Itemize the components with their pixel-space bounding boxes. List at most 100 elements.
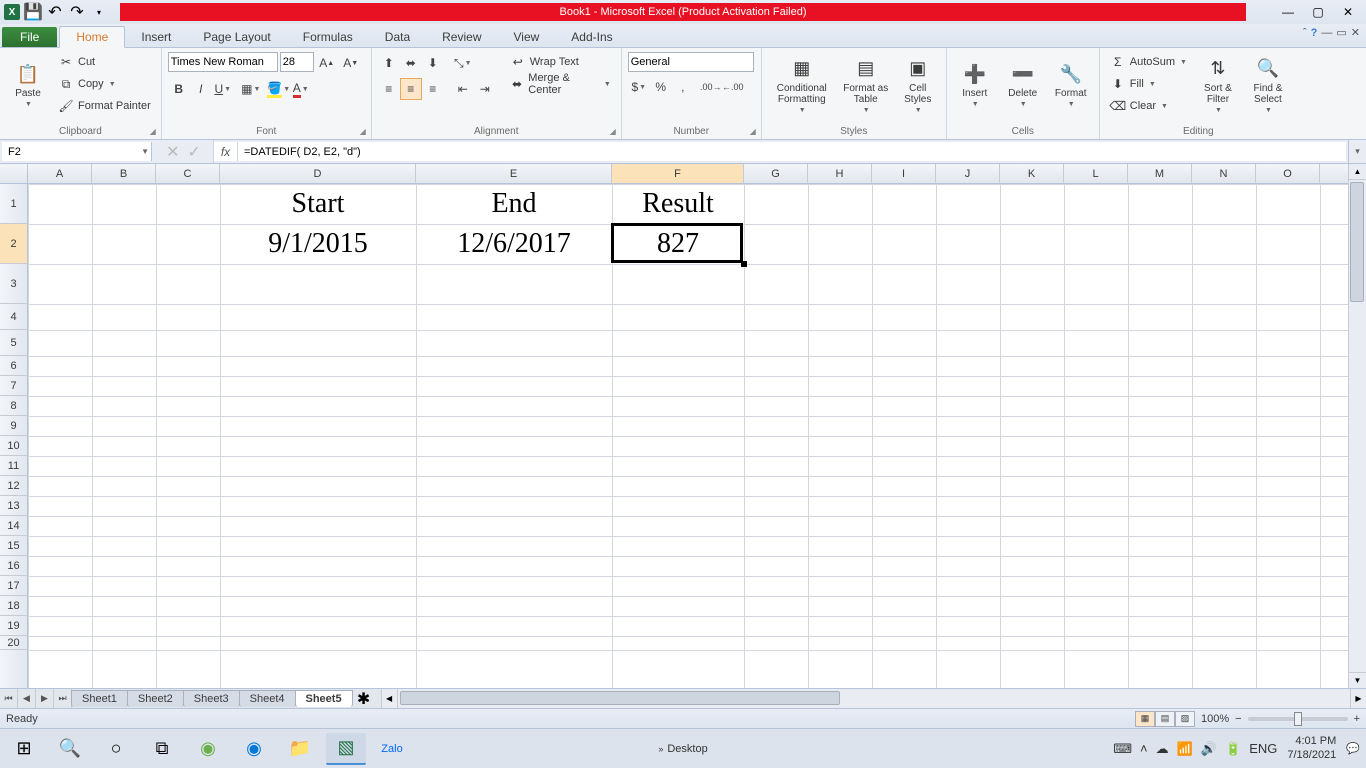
increase-decimal-icon[interactable]: .00→ xyxy=(700,76,722,98)
tray-onedrive-icon[interactable]: ☁ xyxy=(1156,741,1169,757)
taskbar-overflow-icon[interactable]: » xyxy=(658,744,663,754)
col-header-B[interactable]: B xyxy=(92,164,156,183)
app-edge-icon[interactable]: ◉ xyxy=(234,733,274,765)
row-header-17[interactable]: 17 xyxy=(0,576,27,596)
number-format-select[interactable] xyxy=(628,52,754,72)
cell-F1[interactable]: Result xyxy=(612,184,744,224)
expand-formula-bar-icon[interactable]: ▾ xyxy=(1348,140,1366,163)
zoom-thumb[interactable] xyxy=(1294,712,1302,726)
autosum-button[interactable]: ΣAutoSum▼ xyxy=(1106,52,1191,72)
col-header-C[interactable]: C xyxy=(156,164,220,183)
align-center-icon[interactable]: ≡ xyxy=(400,78,422,100)
format-painter-button[interactable]: 🖌Format Painter xyxy=(54,96,155,116)
cell-D2[interactable]: 9/1/2015 xyxy=(220,224,416,264)
row-header-9[interactable]: 9 xyxy=(0,416,27,436)
format-as-table-button[interactable]: ▤Format as Table▼ xyxy=(840,52,892,118)
tray-keyboard-icon[interactable]: ⌨ xyxy=(1113,741,1132,757)
cut-button[interactable]: ✂Cut xyxy=(54,52,155,72)
underline-button[interactable]: U▼ xyxy=(212,78,234,100)
row-header-13[interactable]: 13 xyxy=(0,496,27,516)
bold-button[interactable]: B xyxy=(168,78,190,100)
comma-icon[interactable]: , xyxy=(672,76,694,98)
enter-formula-icon[interactable]: ✓ xyxy=(188,142,201,162)
notifications-icon[interactable]: 💬 xyxy=(1346,742,1360,755)
chevron-down-icon[interactable]: ▼ xyxy=(141,147,149,156)
show-desktop-label[interactable]: Desktop xyxy=(667,743,707,755)
row-header-14[interactable]: 14 xyxy=(0,516,27,536)
doc-close-icon[interactable]: ✕ xyxy=(1351,26,1360,39)
tab-insert[interactable]: Insert xyxy=(125,27,187,47)
fx-icon[interactable]: fx xyxy=(214,142,238,161)
zoom-slider[interactable] xyxy=(1248,717,1348,721)
close-button[interactable]: ✕ xyxy=(1334,2,1362,22)
horizontal-scrollbar[interactable]: ◀ ▶ xyxy=(381,689,1366,708)
find-select-button[interactable]: 🔍Find & Select▼ xyxy=(1245,52,1291,118)
col-header-E[interactable]: E xyxy=(416,164,612,183)
row-header-1[interactable]: 1 xyxy=(0,184,27,224)
col-header-A[interactable]: A xyxy=(28,164,92,183)
align-top-icon[interactable]: ⬆ xyxy=(378,52,400,74)
vertical-scrollbar[interactable]: ▲ ▼ xyxy=(1348,164,1366,688)
taskbar-clock[interactable]: 4:01 PM 7/18/2021 xyxy=(1287,735,1336,761)
sheet-tab-sheet1[interactable]: Sheet1 xyxy=(71,690,128,707)
copy-button[interactable]: ⧉Copy▼ xyxy=(54,74,155,94)
cell-F2[interactable]: 827 xyxy=(612,224,744,264)
dialog-launcher-icon[interactable]: ◢ xyxy=(747,125,759,137)
increase-indent-icon[interactable]: ⇥ xyxy=(474,78,496,100)
col-header-H[interactable]: H xyxy=(808,164,872,183)
decrease-indent-icon[interactable]: ⇤ xyxy=(452,78,474,100)
new-sheet-button[interactable]: ✱ xyxy=(353,689,375,708)
sort-filter-button[interactable]: ⇅Sort & Filter▼ xyxy=(1195,52,1241,118)
cell-E1[interactable]: End xyxy=(416,184,612,224)
qat-undo-icon[interactable]: ↶ xyxy=(46,3,64,21)
help-icon[interactable]: ? xyxy=(1311,27,1318,39)
tab-nav-last-icon[interactable]: ⏭ xyxy=(54,689,72,708)
formula-input[interactable]: =DATEDIF( D2, E2, "d") xyxy=(238,146,1346,158)
increase-font-icon[interactable]: A▲ xyxy=(316,52,338,74)
italic-button[interactable]: I xyxy=(190,78,212,100)
name-box[interactable]: F2▼ xyxy=(2,142,152,161)
cells-grid[interactable]: StartEndResult9/1/201512/6/2017827 xyxy=(28,184,1348,688)
sheet-tab-sheet3[interactable]: Sheet3 xyxy=(183,690,240,707)
tab-data[interactable]: Data xyxy=(369,27,426,47)
row-header-8[interactable]: 8 xyxy=(0,396,27,416)
fill-color-button[interactable]: 🪣▼ xyxy=(268,78,290,100)
tray-battery-icon[interactable]: 🔋 xyxy=(1225,741,1241,757)
font-name-select[interactable] xyxy=(168,52,278,72)
search-button[interactable]: 🔍 xyxy=(50,733,90,765)
col-header-K[interactable]: K xyxy=(1000,164,1064,183)
app-excel-icon[interactable]: ▧ xyxy=(326,733,366,765)
row-header-20[interactable]: 20 xyxy=(0,636,27,650)
app-explorer-icon[interactable]: 📁 xyxy=(280,733,320,765)
orientation-icon[interactable]: ⤡▼ xyxy=(452,52,474,74)
row-header-11[interactable]: 11 xyxy=(0,456,27,476)
cortana-icon[interactable]: ○ xyxy=(96,733,136,765)
row-header-3[interactable]: 3 xyxy=(0,264,27,304)
view-normal-icon[interactable]: ▦ xyxy=(1135,711,1155,727)
zoom-level[interactable]: 100% xyxy=(1201,713,1229,725)
start-button[interactable]: ⊞ xyxy=(4,733,44,765)
row-header-19[interactable]: 19 xyxy=(0,616,27,636)
fill-button[interactable]: ⬇Fill▼ xyxy=(1106,74,1191,94)
row-header-16[interactable]: 16 xyxy=(0,556,27,576)
file-tab[interactable]: File xyxy=(2,27,57,47)
conditional-formatting-button[interactable]: ▦Conditional Formatting▼ xyxy=(768,52,836,118)
tab-review[interactable]: Review xyxy=(426,27,497,47)
select-all-corner[interactable] xyxy=(0,164,28,183)
qat-save-icon[interactable]: 💾 xyxy=(24,3,42,21)
app-coccoc-icon[interactable]: ◉ xyxy=(188,733,228,765)
row-header-4[interactable]: 4 xyxy=(0,304,27,330)
row-header-5[interactable]: 5 xyxy=(0,330,27,356)
tab-addins[interactable]: Add-Ins xyxy=(555,27,628,47)
row-header-18[interactable]: 18 xyxy=(0,596,27,616)
cell-styles-button[interactable]: ▣Cell Styles▼ xyxy=(896,52,940,118)
scroll-left-icon[interactable]: ◀ xyxy=(382,689,398,708)
sheet-tab-sheet5[interactable]: Sheet5 xyxy=(295,690,353,707)
col-header-N[interactable]: N xyxy=(1192,164,1256,183)
percent-icon[interactable]: % xyxy=(650,76,672,98)
col-header-M[interactable]: M xyxy=(1128,164,1192,183)
row-header-6[interactable]: 6 xyxy=(0,356,27,376)
minimize-button[interactable]: — xyxy=(1274,2,1302,22)
font-color-button[interactable]: A▼ xyxy=(290,78,312,100)
scroll-thumb[interactable] xyxy=(1350,182,1364,302)
